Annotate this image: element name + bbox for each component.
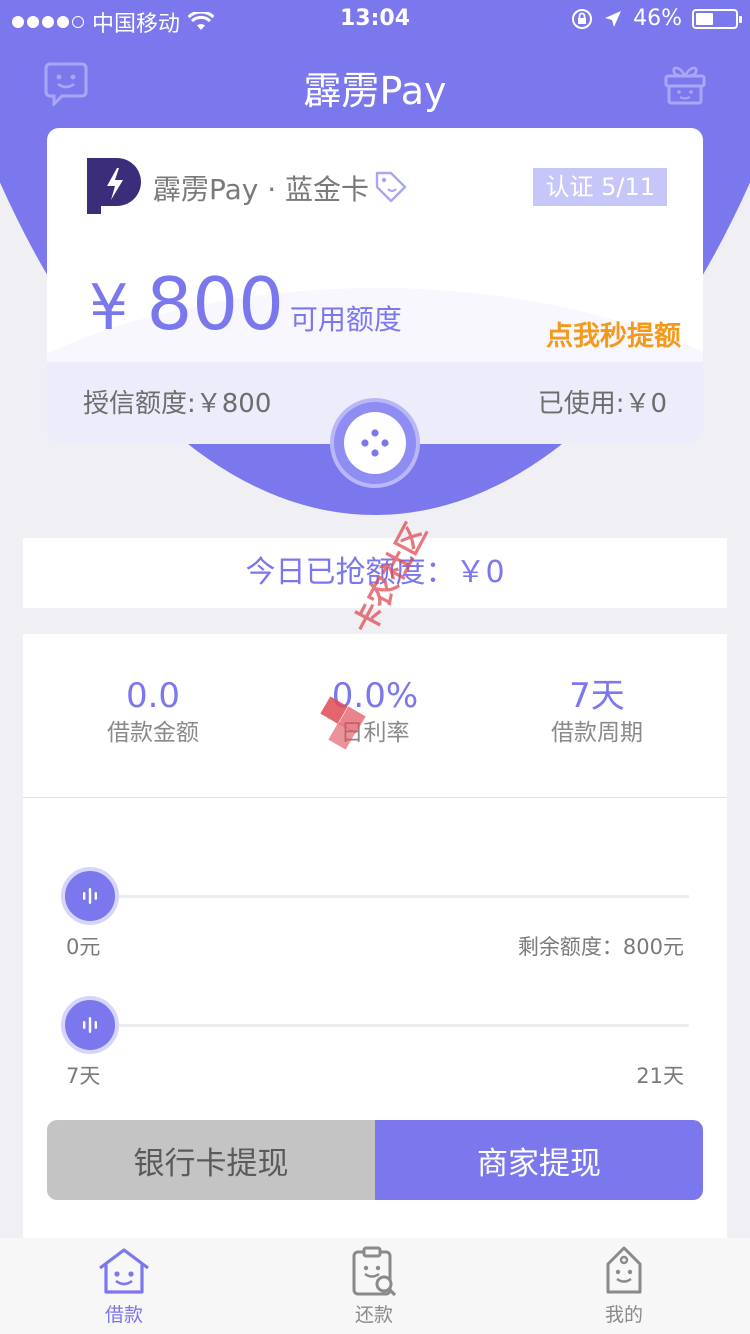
credit-limit-text: 授信额度:￥800 bbox=[83, 389, 272, 419]
status-right: 46% bbox=[571, 6, 742, 31]
merchant-withdraw-button[interactable]: 商家提现 bbox=[375, 1120, 703, 1200]
tab-label: 借款 bbox=[104, 1304, 143, 1326]
currency-symbol: ¥ bbox=[89, 271, 129, 344]
tab-bar: 借款 还款 我的 bbox=[0, 1238, 750, 1334]
card-name: 霹雳Pay · 蓝金卡 bbox=[153, 173, 370, 206]
period-max-label: 21天 bbox=[636, 1064, 684, 1088]
grip-icon bbox=[83, 888, 97, 904]
amount-value: 800 bbox=[146, 262, 284, 346]
nav-bar: 霹雳Pay bbox=[0, 48, 750, 128]
slider-track[interactable] bbox=[91, 895, 689, 898]
tab-repay[interactable]: 还款 bbox=[314, 1246, 434, 1327]
stat-label: 借款周期 bbox=[551, 720, 643, 746]
status-bar: 中国移动 13:04 46% bbox=[0, 0, 750, 40]
slider-knob[interactable] bbox=[61, 867, 119, 925]
tag-face-icon bbox=[375, 171, 407, 203]
stat-label: 借款金额 bbox=[107, 720, 199, 746]
withdraw-buttons: 银行卡提现 商家提现 bbox=[47, 1120, 703, 1200]
grip-icon bbox=[83, 1017, 97, 1033]
battery-percent: 46% bbox=[633, 6, 682, 31]
available-amount: ¥ 800 可用额度 bbox=[89, 262, 402, 346]
tab-borrow[interactable]: 借款 bbox=[64, 1246, 184, 1327]
tab-label: 我的 bbox=[604, 1304, 643, 1326]
screen: 中国移动 13:04 46% 霹雳Pay 霹雳Pay · 蓝金卡 认证 5/11… bbox=[0, 0, 750, 1334]
boost-limit-link[interactable]: 点我秒提额 bbox=[546, 314, 681, 353]
stat-value: 7天 bbox=[569, 676, 625, 716]
battery-fill bbox=[696, 12, 713, 25]
stat-value: 0.0 bbox=[125, 676, 181, 716]
amount-label: 可用额度 bbox=[289, 303, 402, 336]
tag-face-icon bbox=[606, 1246, 642, 1294]
stat-loan-amount: 0.0 借款金额 bbox=[36, 676, 270, 748]
slider-track[interactable] bbox=[91, 1024, 689, 1027]
bank-card-withdraw-button[interactable]: 银行卡提现 bbox=[47, 1120, 375, 1200]
battery-icon bbox=[692, 8, 742, 29]
stat-loan-period: 7天 借款周期 bbox=[480, 676, 714, 748]
clipboard-search-icon bbox=[352, 1246, 397, 1296]
location-arrow-icon bbox=[605, 10, 622, 27]
tab-label: 还款 bbox=[354, 1304, 393, 1326]
pay-logo-icon bbox=[87, 158, 141, 214]
certification-badge[interactable]: 认证 5/11 bbox=[533, 168, 667, 206]
tab-mine[interactable]: 我的 bbox=[564, 1246, 684, 1327]
used-amount-text: 已使用:￥0 bbox=[537, 389, 667, 419]
credit-card[interactable]: 霹雳Pay · 蓝金卡 认证 5/11 ¥ 800 可用额度 点我秒提额 授信额… bbox=[47, 128, 703, 444]
dots-icon bbox=[361, 429, 389, 457]
period-slider[interactable] bbox=[61, 996, 689, 1056]
page-title: 霹雳Pay bbox=[303, 69, 447, 113]
gift-icon[interactable] bbox=[662, 60, 708, 106]
center-action-button[interactable] bbox=[330, 398, 420, 488]
rotation-lock-icon bbox=[572, 8, 593, 29]
amount-max-label: 剩余额度：800元 bbox=[517, 935, 684, 959]
watermark-logo-icon bbox=[320, 696, 366, 750]
amount-slider[interactable] bbox=[61, 867, 689, 927]
home-face-icon bbox=[99, 1248, 149, 1294]
center-button-inner bbox=[344, 412, 406, 474]
slider-knob[interactable] bbox=[61, 996, 119, 1054]
amount-min-label: 0元 bbox=[66, 935, 101, 959]
period-min-label: 7天 bbox=[66, 1064, 101, 1088]
